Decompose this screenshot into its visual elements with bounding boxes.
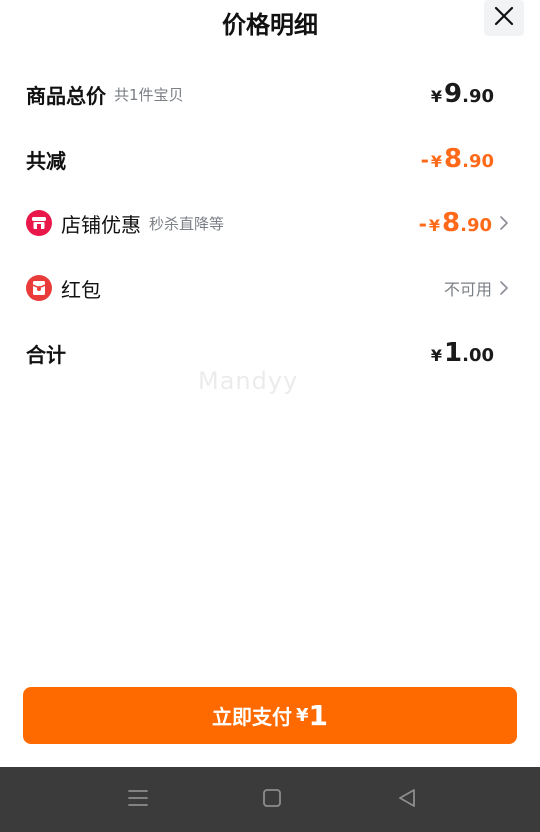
reduction-label: 共减 (26, 148, 66, 173)
row-total-reduction: 共减 - ¥8.90 (0, 139, 540, 179)
total-price-value: ¥9.90 (430, 79, 494, 109)
chevron-right-icon (500, 216, 508, 230)
row-red-packet[interactable]: 红包 不可用 (0, 268, 540, 308)
pay-button-currency: ¥ (295, 705, 309, 726)
menu-button[interactable] (123, 785, 153, 815)
red-packet-label: 红包 (61, 277, 101, 302)
close-icon (494, 6, 514, 30)
store-discount-value: - ¥8.90 (418, 208, 492, 238)
store-discount-sub: 秒杀直降等 (149, 214, 225, 233)
sum-value: ¥1.00 (430, 338, 494, 368)
price-detail-sheet: 价格明细 商品总价 共1件宝贝 ¥9.90 共减 - ¥8.90 店铺优惠 秒杀… (0, 0, 540, 832)
header: 价格明细 (0, 0, 540, 46)
sum-label: 合计 (26, 342, 66, 367)
menu-icon (127, 788, 149, 812)
page-title: 价格明细 (222, 11, 318, 39)
red-packet-icon (26, 275, 52, 301)
home-icon (262, 788, 282, 812)
pay-now-button[interactable]: 立即支付 ¥ 1 (23, 687, 517, 744)
back-button[interactable] (392, 785, 422, 815)
reduction-value: - ¥8.90 (420, 144, 494, 174)
red-packet-status: 不可用 (443, 280, 492, 299)
store-icon (26, 210, 52, 236)
close-button[interactable] (484, 0, 524, 36)
back-icon (397, 788, 417, 812)
total-price-label: 商品总价 (26, 83, 106, 108)
item-count-text: 共1件宝贝 (114, 85, 184, 104)
chevron-right-icon (500, 281, 508, 295)
watermark: Mandyy (198, 367, 299, 395)
row-total-price: 商品总价 共1件宝贝 ¥9.90 (0, 74, 540, 114)
pay-button-amount: 1 (308, 699, 328, 732)
home-button[interactable] (257, 785, 287, 815)
pay-button-label: 立即支付 (211, 705, 292, 729)
store-discount-label: 店铺优惠 (61, 212, 141, 237)
row-store-discount[interactable]: 店铺优惠 秒杀直降等 - ¥8.90 (0, 203, 540, 243)
system-navigation-bar (0, 767, 540, 832)
